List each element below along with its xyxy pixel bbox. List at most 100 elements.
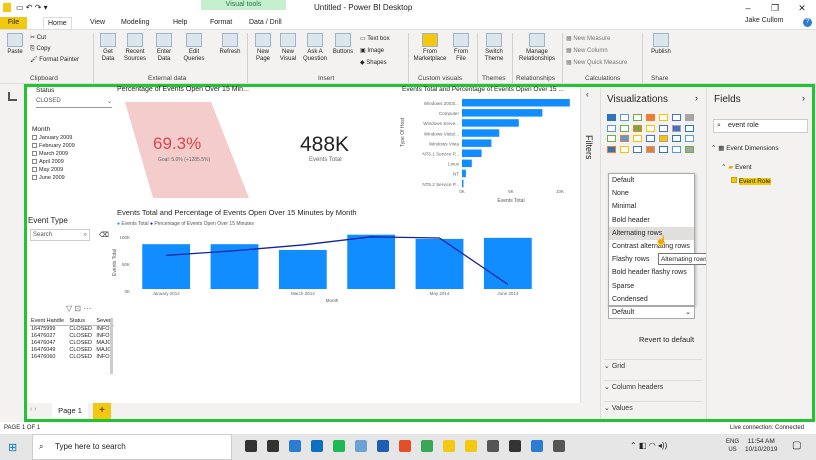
add-page-icon[interactable]: + (93, 403, 111, 419)
powerbi-taskbar-icon[interactable] (443, 440, 455, 452)
ask-question-button[interactable]: Ask A Question (302, 33, 328, 63)
month-checkbox-item[interactable]: June 2009 (32, 174, 112, 182)
close-icon[interactable]: ✕ (795, 2, 809, 14)
focus-mode-icon[interactable]: ⊡ (74, 304, 81, 313)
manage-relationships-button[interactable]: Manage Relationships (515, 33, 559, 63)
task-view-icon[interactable] (245, 440, 257, 452)
hbar-bar[interactable] (462, 179, 464, 188)
notifications-icon[interactable]: ▢ (792, 440, 801, 451)
visual-type-icon[interactable] (659, 114, 668, 121)
combo-bar[interactable] (347, 234, 396, 289)
chrome-icon[interactable] (399, 440, 411, 452)
menu-item-condensed[interactable]: Condensed (609, 293, 694, 306)
from-marketplace-button[interactable]: From Marketplace (413, 33, 447, 63)
chevron-right-icon[interactable]: › (695, 93, 698, 103)
combo-bar[interactable] (415, 238, 464, 289)
fields-search-input[interactable]: ⌕ event role (713, 119, 808, 133)
refresh-button[interactable]: Refresh (217, 33, 243, 56)
language-indicator[interactable]: ENG US (726, 438, 739, 454)
chevron-right-icon[interactable]: › (802, 93, 805, 103)
table-row[interactable]: 16476027 CLOSED INFO (30, 332, 114, 339)
field-table-event-dimensions[interactable]: ⌃ ▦ Event Dimensions (711, 144, 779, 152)
tray-icons[interactable]: ⌃ ◧ ◠ ◂)) (630, 441, 667, 450)
page-nav-icon[interactable]: ‹ › (30, 406, 37, 413)
tab-file[interactable]: File (0, 17, 27, 29)
filter-icon[interactable]: ▽ (66, 304, 72, 313)
visual-type-icon[interactable] (672, 124, 681, 132)
hbar-bar[interactable] (462, 129, 500, 137)
menu-item-default[interactable]: Default (609, 174, 694, 187)
buttons-button[interactable]: Buttons (331, 33, 355, 56)
new-column-button[interactable]: ▦ New Column (566, 45, 627, 57)
report-view-icon[interactable] (8, 92, 17, 101)
visual-type-icon[interactable] (659, 124, 668, 132)
collapse-chevron-icon[interactable]: ‹ (586, 90, 600, 99)
store-icon[interactable] (311, 440, 323, 452)
visual-type-icon[interactable] (633, 114, 642, 121)
month-checkbox-item[interactable]: March 2009 (32, 150, 112, 158)
user-name[interactable]: Jake Cullom (745, 17, 784, 24)
menu-item-minimal[interactable]: Minimal (609, 200, 694, 213)
tab-modeling[interactable]: Modeling (117, 17, 153, 29)
switch-theme-button[interactable]: Switch Theme (481, 33, 507, 63)
visual-type-icon[interactable] (620, 145, 629, 153)
hbar-bar[interactable] (462, 99, 570, 107)
app-icon[interactable] (487, 440, 499, 452)
table-row[interactable]: 16476060 CLOSED INFO (30, 353, 114, 360)
visual-type-icon[interactable] (646, 145, 655, 153)
edge-icon[interactable] (289, 440, 301, 452)
visual-type-icon[interactable] (633, 145, 642, 153)
more-options-icon[interactable]: ⋯ (83, 304, 91, 313)
recent-sources-button[interactable]: Recent Sources (121, 33, 149, 63)
visual-type-icon[interactable] (607, 114, 616, 121)
shapes-button[interactable]: ◆ Shapes (360, 57, 390, 69)
visual-type-icon[interactable] (646, 135, 655, 142)
table-row[interactable]: 16475999 CLOSED INFO (30, 325, 114, 332)
visual-type-icon[interactable] (633, 124, 642, 132)
format-painter-button[interactable]: 🖌 Format Painter (30, 55, 79, 66)
month-checkbox-item[interactable]: April 2009 (32, 158, 112, 166)
tab-format[interactable]: Format (206, 17, 236, 29)
app-icon[interactable] (509, 440, 521, 452)
file-explorer-icon[interactable] (267, 440, 279, 452)
visual-type-icon[interactable] (659, 145, 668, 153)
taskbar-search[interactable]: ⌕ Type here to search (32, 434, 232, 460)
filters-pane[interactable]: ‹ Filters (580, 87, 600, 403)
hbar-chart[interactable]: Type Of Host Windows 2003/... Computer Wind… (400, 95, 580, 207)
word-icon[interactable] (377, 440, 389, 452)
table-row[interactable]: 16476047 CLOSED MAJC (30, 339, 114, 346)
visual-type-icon[interactable] (672, 114, 681, 121)
events-table[interactable]: Event Handle Status Sever 16475999 CLOSED… (30, 318, 114, 360)
field-folder-event[interactable]: ⌃ ▰ Event (721, 163, 752, 171)
table-row[interactable]: 16476049 CLOSED MAJC (30, 346, 114, 353)
hbar-bar[interactable] (462, 109, 543, 117)
paste-button[interactable]: Paste (5, 33, 25, 56)
combo-bar[interactable] (278, 249, 327, 289)
visual-type-icon[interactable] (685, 114, 694, 121)
new-page-button[interactable]: New Page (252, 33, 274, 63)
combo-bar[interactable] (142, 244, 191, 289)
publish-button[interactable]: Publish (648, 33, 674, 56)
quick-access-toolbar[interactable]: ▭ ↶ ↷ ▾ (16, 3, 48, 12)
tab-data-drill[interactable]: Data / Drill (245, 17, 286, 29)
get-data-button[interactable]: Get Data (97, 33, 119, 63)
spotify-icon[interactable] (333, 440, 345, 452)
clock[interactable]: 11:54 AM 10/10/2019 (745, 438, 778, 454)
visual-type-icon[interactable] (607, 124, 616, 132)
section-column-headers[interactable]: ⌄ Column headers (604, 380, 702, 394)
app-icon[interactable] (553, 440, 565, 452)
field-event-role[interactable]: Event Role (731, 177, 771, 185)
hbar-bar[interactable] (462, 159, 472, 168)
visual-type-icon[interactable] (607, 135, 616, 142)
copy-button[interactable]: ⎘ Copy (30, 44, 79, 55)
column-header[interactable]: Status (68, 318, 96, 326)
visual-type-icon[interactable] (620, 114, 629, 121)
menu-item-alternating-rows[interactable]: Alternating rows (609, 226, 694, 240)
tab-help[interactable]: Help (169, 17, 191, 29)
app-icon[interactable] (355, 440, 367, 452)
visual-type-icon[interactable] (685, 145, 694, 153)
minimize-icon[interactable]: – (741, 2, 755, 14)
month-checkbox-item[interactable]: January 2009 (32, 134, 112, 142)
new-measure-button[interactable]: ▦ New Measure (566, 33, 627, 45)
revert-to-default-button[interactable]: Revert to default (639, 335, 694, 344)
